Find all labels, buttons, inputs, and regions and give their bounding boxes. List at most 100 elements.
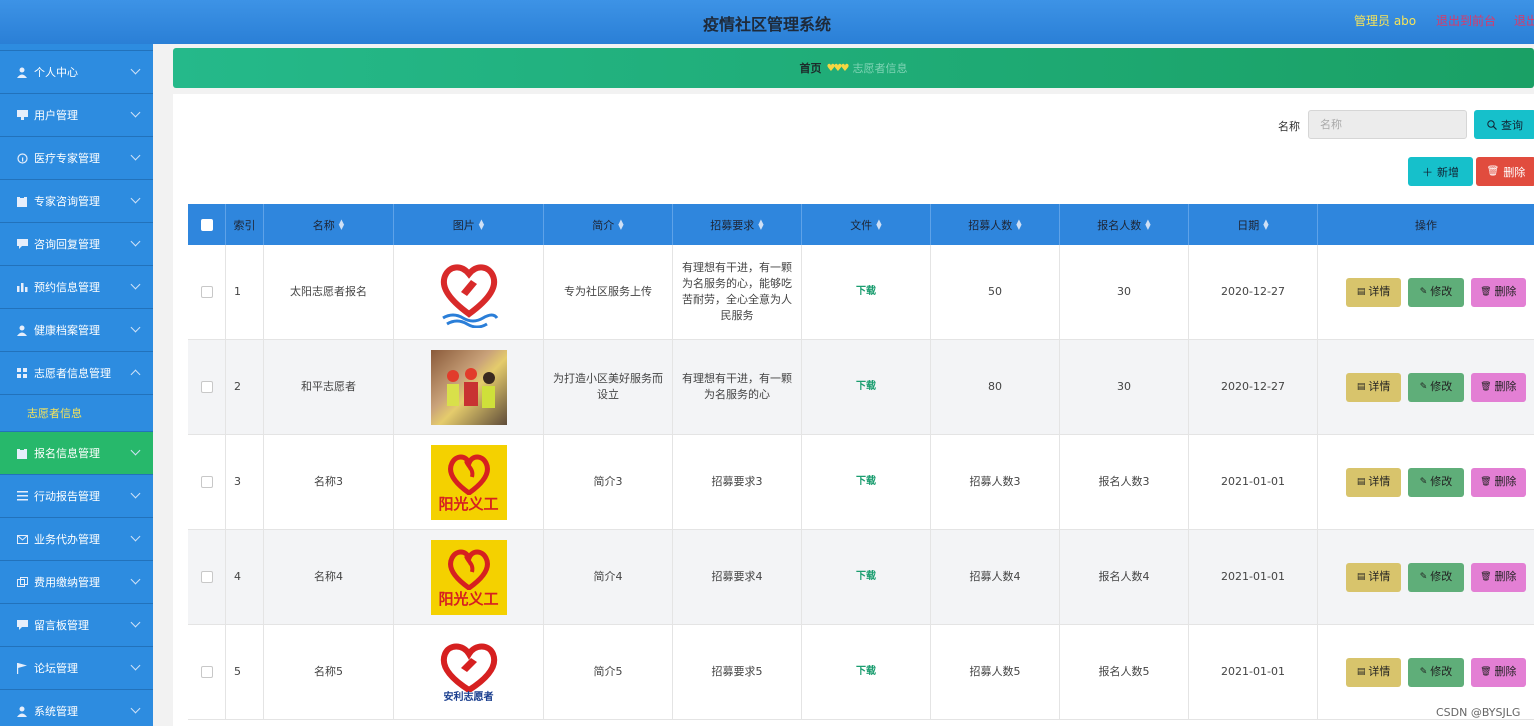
sidebar-item-personal-center[interactable]: 个人中心 [0,51,153,94]
sidebar-item-expert-consult[interactable]: 专家咨询管理 [0,180,153,223]
download-link[interactable]: 下载 [856,379,876,395]
sidebar-item-consult-reply[interactable]: 咨询回复管理 [0,223,153,266]
sort-icon: ▲ ▼ [876,217,882,231]
row-checkbox-cell [188,625,226,719]
person-icon [16,324,28,336]
search-input[interactable] [1308,110,1467,139]
current-user-label: 管理员 abo [1354,14,1417,28]
sidebar-item-signup-mgmt[interactable]: 报名信息管理 [0,432,153,475]
sort-icon: ▲ ▼ [1016,217,1022,231]
detail-button[interactable]: ▤ 详情 [1346,562,1402,592]
header-signup-count-label: 报名人数 [1097,218,1142,232]
sidebar-item-user-mgmt[interactable]: 用户管理 [0,94,153,137]
delete-button[interactable]: 🗑 删除 [1470,277,1526,307]
cell-index: 5 [226,625,264,719]
chevron-down-icon [130,236,141,247]
row-checkbox[interactable] [200,476,213,488]
edit-button[interactable]: ✎ 修改 [1408,562,1464,592]
sunshine-volunteer-logo-image: 阳光义工 [430,444,507,520]
batch-delete-button[interactable]: 🗑 删除 [1476,157,1534,186]
sidebar-item-health-records[interactable]: 健康档案管理 [0,309,153,352]
sidebar-item-message-board[interactable]: 留言板管理 [0,604,153,647]
cell-recruit-count: 招募人数3 [931,435,1060,529]
sidebar-item-business-agency[interactable]: 业务代办管理 [0,518,153,561]
trash-icon: 🗑 [1480,477,1492,487]
detail-button[interactable]: ▤ 详情 [1346,372,1402,402]
header-date[interactable]: 日期 ▲ ▼ [1189,204,1318,245]
sidebar-item-label: 咨询回复管理 [34,238,100,251]
sidebar-item-volunteer-info-mgmt[interactable]: 志愿者信息管理 [0,352,153,395]
header-image[interactable]: 图片 ▲ ▼ [394,204,544,245]
query-button[interactable]: 查询 [1474,110,1534,139]
download-link[interactable]: 下载 [856,284,876,300]
detail-label: 详情 [1368,380,1391,393]
grid-icon [16,367,28,379]
header-name-label: 名称 [312,218,335,232]
edit-button[interactable]: ✎ 修改 [1408,657,1464,687]
delete-button[interactable]: 🗑 删除 [1470,467,1526,497]
edit-label: 修改 [1430,570,1453,583]
edit-button[interactable]: ✎ 修改 [1408,467,1464,497]
sidebar-item-label: 预约信息管理 [34,281,100,294]
cell-actions: ▤ 详情 ✎ 修改 🗑 删除 [1318,245,1534,339]
chevron-down-icon [130,660,141,671]
sidebar-item-medical-experts[interactable]: 医疗专家管理 [0,137,153,180]
pencil-icon: ✎ [1419,382,1428,392]
header-signup-count[interactable]: 报名人数 ▲ ▼ [1060,204,1189,245]
header-index: 索引 [226,204,264,245]
detail-label: 详情 [1368,570,1391,583]
row-checkbox[interactable] [200,286,213,298]
top-header: 疫情社区管理系统 管理员 abo 退出到前台 退出 [0,0,1534,44]
breadcrumb-home[interactable]: 首页 [800,60,822,76]
header-name[interactable]: 名称 ▲ ▼ [264,204,394,245]
download-link[interactable]: 下载 [856,569,876,585]
edit-button[interactable]: ✎ 修改 [1408,372,1464,402]
detail-button[interactable]: ▤ 详情 [1346,467,1402,497]
back-to-front-link[interactable]: 退出到前台 [1436,12,1496,29]
document-icon: ▤ [1356,572,1366,582]
info-icon [16,152,28,164]
delete-button[interactable]: 🗑 删除 [1470,562,1526,592]
table-row: 4 名称4 阳光义工 简介4 招募要求4 下载 招募人数4 报名人数4 2021… [188,530,1534,625]
row-checkbox[interactable] [200,666,213,678]
edit-button[interactable]: ✎ 修改 [1408,277,1464,307]
download-link[interactable]: 下载 [856,664,876,680]
download-link[interactable]: 下载 [856,474,876,490]
sidebar-subitem-volunteer-info[interactable]: 志愿者信息 [0,395,153,432]
header-requirement[interactable]: 招募要求 ▲ ▼ [673,204,802,245]
sidebar-item-forum[interactable]: 论坛管理 [0,647,153,690]
detail-button[interactable]: ▤ 详情 [1346,657,1402,687]
sidebar-item-system[interactable]: 系统管理 [0,690,153,726]
header-recruit-count[interactable]: 招募人数 ▲ ▼ [931,204,1060,245]
chevron-down-icon [130,193,141,204]
header-file[interactable]: 文件 ▲ ▼ [802,204,931,245]
select-all-checkbox[interactable] [200,218,213,231]
sidebar-item-label: 行动报告管理 [34,490,100,503]
cell-intro: 简介5 [544,625,673,719]
sidebar-item-action-reports[interactable]: 行动报告管理 [0,475,153,518]
row-checkbox[interactable] [200,571,213,583]
detail-button[interactable]: ▤ 详情 [1346,277,1402,307]
row-checkbox[interactable] [200,381,213,393]
sidebar-item-appointments[interactable]: 预约信息管理 [0,266,153,309]
delete-button[interactable]: 🗑 删除 [1470,657,1526,687]
delete-button[interactable]: 🗑 删除 [1470,372,1526,402]
row-checkbox-cell [188,435,226,529]
select-all-cell [188,204,226,245]
chat-icon [16,238,28,250]
chevron-down-icon [130,322,141,333]
sidebar-top-divider [0,44,153,51]
header-intro[interactable]: 简介 ▲ ▼ [544,204,673,245]
cell-date: 2021-01-01 [1189,625,1318,719]
cell-image [394,340,544,434]
cell-date: 2021-01-01 [1189,530,1318,624]
chevron-down-icon [130,703,141,714]
pencil-icon: ✎ [1419,572,1428,582]
list-icon [16,490,28,502]
cell-intro: 专为社区服务上传 [544,245,673,339]
search-label: 名称 [1278,120,1300,133]
table-row: 1 太阳志愿者报名 专为社区服务上传 有理想有干进，有一颗为名服务的心，能够吃苦… [188,245,1534,340]
logout-link[interactable]: 退出 [1514,12,1534,29]
sidebar-item-fee-payment[interactable]: 费用缴纳管理 [0,561,153,604]
add-button[interactable]: ＋ 新增 [1408,157,1473,186]
